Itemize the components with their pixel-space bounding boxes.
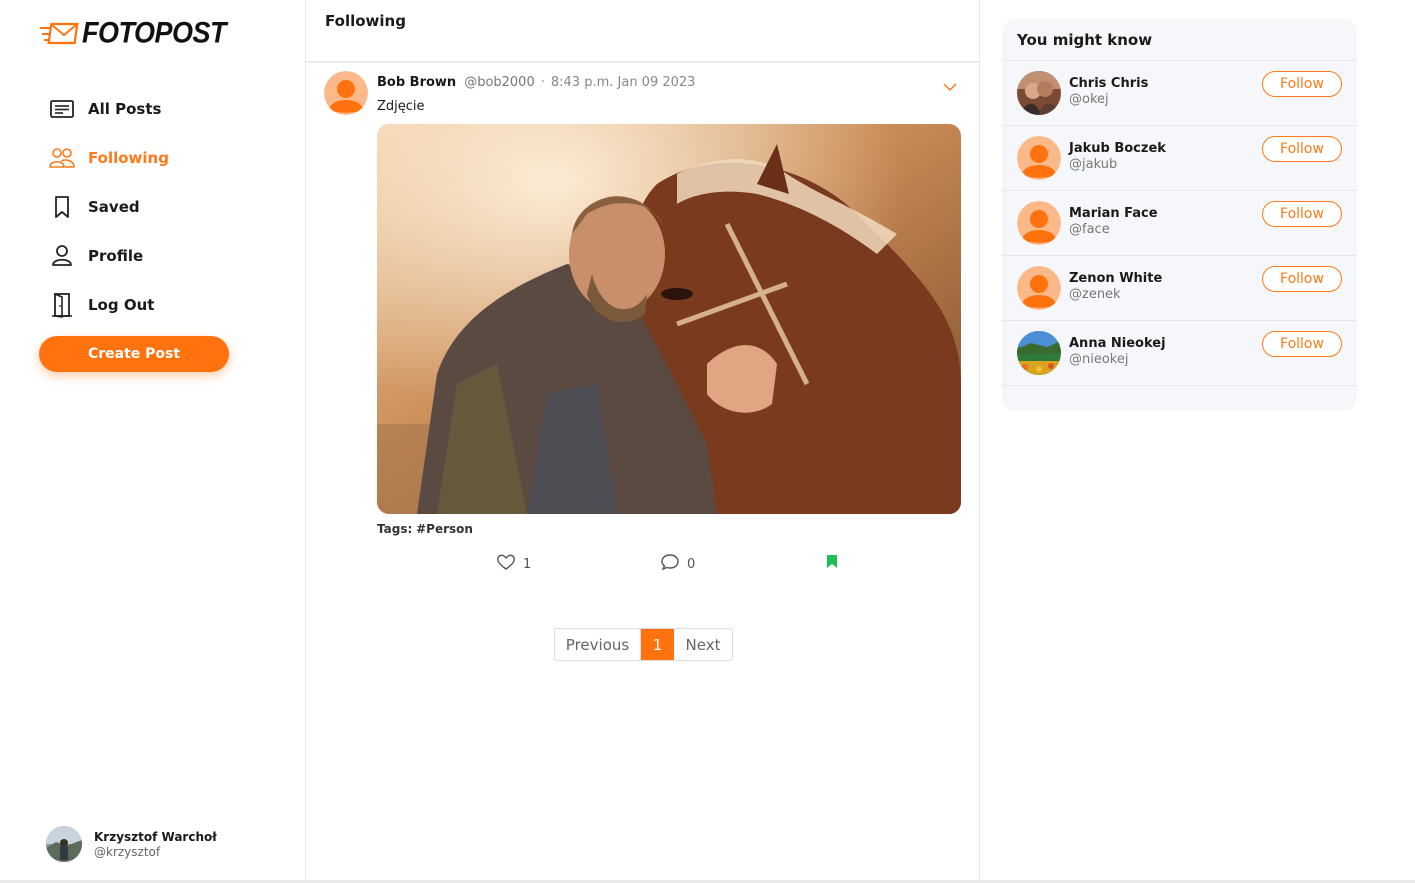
post-image[interactable]: [377, 124, 961, 514]
bookmark-filled-icon: [826, 554, 838, 573]
suggestion-handle: @jakub: [1069, 157, 1118, 172]
people-icon: [48, 144, 76, 172]
like-button[interactable]: 1: [497, 554, 531, 574]
suggestion-avatar[interactable]: [1017, 266, 1061, 310]
app: FOTOPOST All Posts Following Saved Profi…: [0, 0, 1415, 883]
post-meta: Bob Brown @bob2000 · 8:43 p.m. Jan 09 20…: [377, 71, 961, 93]
suggestion-name[interactable]: Marian Face: [1069, 206, 1158, 221]
suggestion-handle: @face: [1069, 222, 1110, 237]
suggestions-panel: You might know Chris Chris @okej Follow …: [1002, 19, 1357, 411]
current-user-handle: @krzysztof: [94, 844, 161, 859]
suggestion-name[interactable]: Zenon White: [1069, 271, 1162, 286]
page-title: Following: [325, 12, 406, 30]
suggestion-avatar[interactable]: [1017, 71, 1061, 115]
door-exit-icon: [48, 291, 76, 319]
suggestion-handle: @zenek: [1069, 287, 1121, 302]
suggestion-row: Zenon White @zenek Follow: [1002, 256, 1357, 321]
comment-count: 0: [687, 556, 696, 572]
nav-following-label: Following: [88, 148, 169, 167]
suggestions-title: You might know: [1002, 19, 1357, 61]
logo-text: FOTOPOST: [82, 16, 227, 50]
follow-button[interactable]: Follow: [1262, 331, 1342, 357]
post-text: Zdjęcie: [377, 99, 425, 114]
next-page-button[interactable]: Next: [674, 629, 732, 660]
suggestion-handle: @okej: [1069, 92, 1109, 107]
follow-button[interactable]: Follow: [1262, 266, 1342, 292]
post-actions: 1 0: [377, 544, 961, 584]
nav-log-out-label: Log Out: [88, 295, 155, 314]
nav-log-out[interactable]: Log Out: [48, 280, 169, 329]
post-body: Bob Brown @bob2000 · 8:43 p.m. Jan 09 20…: [377, 71, 961, 584]
document-lines-icon: [48, 95, 76, 123]
suggestion-name[interactable]: Jakub Boczek: [1069, 141, 1166, 156]
previous-page-button[interactable]: Previous: [555, 629, 641, 660]
current-page-button[interactable]: 1: [641, 629, 674, 660]
nav-profile[interactable]: Profile: [48, 231, 169, 280]
user-icon: [48, 242, 76, 270]
suggestion-row: Jakub Boczek @jakub Follow: [1002, 126, 1357, 191]
suggestion-row: Marian Face @face Follow: [1002, 191, 1357, 256]
nav-saved[interactable]: Saved: [48, 182, 169, 231]
feed-header: Following: [306, 0, 979, 63]
nav-all-posts[interactable]: All Posts: [48, 84, 169, 133]
follow-button[interactable]: Follow: [1262, 71, 1342, 97]
heart-icon: [497, 554, 515, 574]
nav-all-posts-label: All Posts: [88, 99, 162, 118]
post-timestamp: 8:43 p.m. Jan 09 2023: [550, 74, 696, 90]
follow-button[interactable]: Follow: [1262, 136, 1342, 162]
suggestion-row: Anna Nieokej @nieokej Follow: [1002, 321, 1357, 386]
sidebar: FOTOPOST All Posts Following Saved Profi…: [0, 0, 306, 880]
save-button[interactable]: [826, 554, 838, 573]
nav-saved-label: Saved: [88, 197, 140, 216]
suggestion-row: Chris Chris @okej Follow: [1002, 61, 1357, 126]
tag-link[interactable]: #Person: [416, 522, 473, 536]
suggestion-avatar[interactable]: [1017, 331, 1061, 375]
like-count: 1: [523, 556, 532, 572]
suggestion-avatar[interactable]: [1017, 201, 1061, 245]
post-tags: Tags: #Person: [377, 522, 961, 536]
current-user-avatar: [46, 826, 82, 862]
current-user-name: Krzysztof Warchoł: [94, 829, 217, 844]
tags-label: Tags:: [377, 522, 413, 536]
nav-following[interactable]: Following: [48, 133, 169, 182]
meta-separator: ·: [540, 74, 545, 90]
suggestion-handle: @nieokej: [1069, 352, 1129, 367]
post-author-avatar[interactable]: [324, 71, 368, 115]
bookmark-icon: [48, 193, 76, 221]
comment-button[interactable]: 0: [661, 554, 695, 574]
current-user[interactable]: Krzysztof Warchoł @krzysztof: [46, 826, 217, 862]
suggestion-avatar[interactable]: [1017, 136, 1061, 180]
post-card: Bob Brown @bob2000 · 8:43 p.m. Jan 09 20…: [306, 63, 979, 584]
nav-profile-label: Profile: [88, 246, 144, 265]
envelope-logo-icon: [40, 22, 79, 44]
feed: Following Bob Brown @bob2000 · 8:43 p.m.…: [306, 0, 980, 880]
pagination: Previous 1 Next: [554, 628, 733, 661]
comment-bubble-icon: [661, 554, 679, 574]
suggestion-name[interactable]: Chris Chris: [1069, 76, 1148, 91]
chevron-down-icon[interactable]: [943, 77, 957, 96]
post-author-name[interactable]: Bob Brown: [377, 75, 456, 90]
suggestion-name[interactable]: Anna Nieokej: [1069, 336, 1166, 351]
follow-button[interactable]: Follow: [1262, 201, 1342, 227]
create-post-button[interactable]: Create Post: [39, 336, 229, 372]
logo[interactable]: FOTOPOST: [40, 16, 227, 50]
main-nav: All Posts Following Saved Profile Log Ou…: [48, 84, 169, 329]
post-author-handle[interactable]: @bob2000: [464, 75, 535, 90]
